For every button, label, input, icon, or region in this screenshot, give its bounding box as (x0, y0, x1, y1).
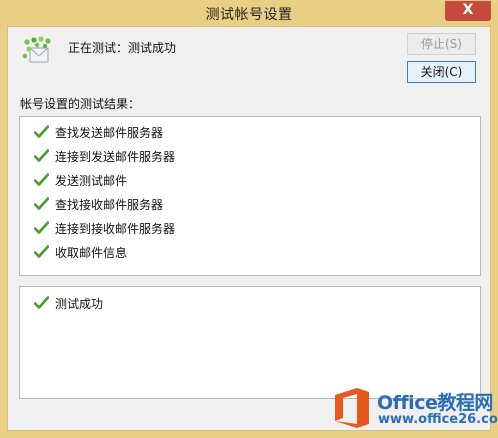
watermark-logo: Office教程网 www.office26.com (331, 380, 498, 438)
test-account-settings-window: 测试帐号设置 X 正在测试：测试成功 停止(S) 关闭(C) 帐号设置的测试结果… (0, 0, 498, 438)
list-item-label: 查找发送邮件服务器 (55, 125, 164, 140)
close-button[interactable]: 关闭(C) (407, 61, 476, 83)
list-item-label: 发送测试邮件 (55, 173, 128, 188)
account-test-icon (22, 36, 51, 63)
title-bar[interactable]: 测试帐号设置 X (0, 0, 498, 26)
list-item: 连接到接收邮件服务器 (34, 219, 175, 237)
office-logo-icon (335, 388, 369, 428)
check-icon (34, 221, 49, 234)
list-item: 收取邮件信息 (34, 243, 127, 261)
list-item: 测试成功 (34, 294, 103, 312)
stop-button[interactable]: 停止(S) (407, 33, 476, 55)
list-item: 查找发送邮件服务器 (34, 123, 163, 141)
list-item: 发送测试邮件 (34, 171, 127, 189)
check-icon (34, 197, 49, 210)
list-item-label: 连接到接收邮件服务器 (55, 221, 176, 236)
list-item: 查找接收邮件服务器 (34, 195, 163, 213)
list-item-label: 连接到发送邮件服务器 (55, 149, 176, 164)
list-item-label: 测试成功 (55, 296, 104, 311)
check-icon (34, 125, 49, 138)
check-icon (34, 149, 49, 162)
window-title: 测试帐号设置 (205, 7, 293, 23)
results-label: 帐号设置的测试结果： (20, 97, 141, 111)
list-item-label: 查找接收邮件服务器 (55, 197, 164, 212)
dialog-client-area: 正在测试：测试成功 停止(S) 关闭(C) 帐号设置的测试结果： 查找发送邮件服… (7, 26, 491, 431)
check-icon (34, 245, 49, 258)
watermark-url: www.office26.com (378, 412, 498, 427)
check-icon (34, 173, 49, 186)
list-item-label: 收取邮件信息 (55, 245, 128, 260)
test-results-panel[interactable]: 查找发送邮件服务器 连接到发送邮件服务器 发送测试邮件 查找接收邮件服务器 连接… (19, 116, 481, 276)
window-close-button[interactable]: X (445, 1, 491, 21)
list-item: 连接到发送邮件服务器 (34, 147, 175, 165)
check-icon (34, 296, 49, 309)
status-text: 正在测试：测试成功 (68, 41, 177, 55)
watermark-brand: Office教程网 (377, 392, 493, 414)
